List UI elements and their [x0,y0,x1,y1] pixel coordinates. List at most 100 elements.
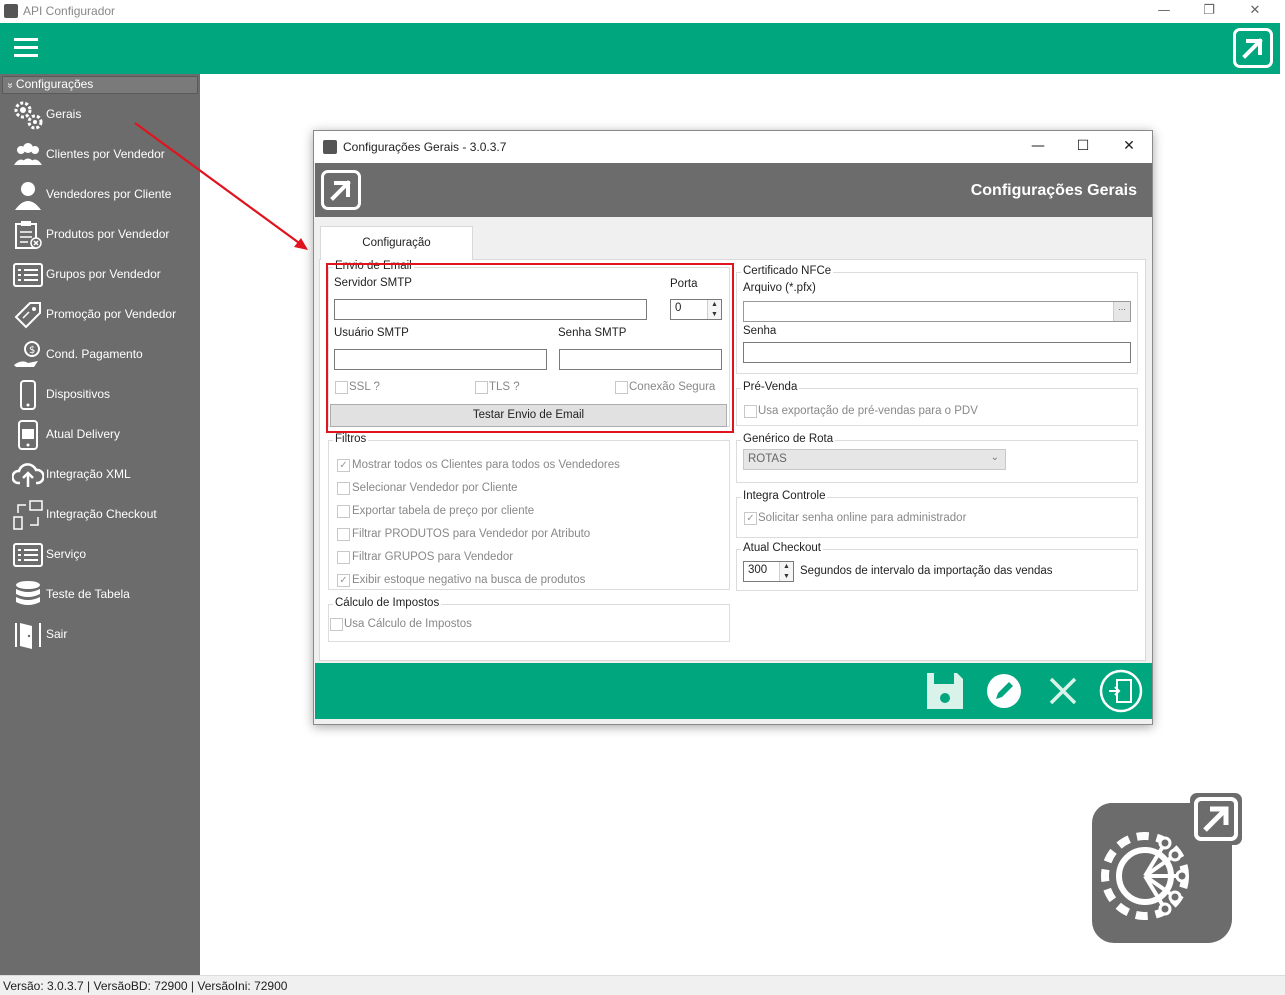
sidebar-item-promocao-por-vendedor[interactable]: Promoção por Vendedor [0,295,200,335]
hamburger-menu-icon[interactable] [14,38,38,58]
door-exit-icon [15,623,41,649]
edit-icon[interactable] [982,669,1026,713]
dialog-maximize-button[interactable]: ☐ [1060,131,1106,163]
pre-sale-label: Usa exportação de pré-vendas para o PDV [758,405,978,417]
sidebar-item-teste-de-tabela[interactable]: Teste de Tabela [0,575,200,615]
cancel-icon[interactable] [1041,669,1085,713]
settings-dialog: Configurações Gerais - 3.0.3.7 — ☐ ✕ Con… [313,130,1153,725]
filter-checkbox[interactable] [337,528,350,541]
clipboard-icon [15,221,42,249]
chevron-down-icon: ⌄ [990,452,999,463]
spin-up-icon[interactable]: ▲ [780,562,793,572]
checkout-interval-label: Segundos de intervalo da importação das … [800,565,1053,577]
sidebar-item-label: Sair [46,627,68,641]
checkout-group-legend: Atual Checkout [741,542,823,554]
filter-checkbox[interactable] [337,482,350,495]
annotation-highlight-box [326,263,734,433]
certificate-password-input[interactable] [743,342,1131,363]
sync-devices-icon [13,500,43,530]
browse-button[interactable]: ... [1113,302,1130,321]
sidebar-item-integracao-xml[interactable]: Integração XML [0,455,200,495]
app-titlebar: API Configurador — ❐ ✕ [0,0,1285,23]
sidebar-item-sair[interactable]: Sair [0,615,200,655]
list-icon [13,263,43,287]
svg-text:$: $ [29,345,35,356]
taxes-label: Usa Cálculo de Impostos [344,618,472,630]
app-header [0,23,1280,74]
filters-group-legend: Filtros [333,433,369,445]
tab-panel: Envio de Email Servidor SMTP Porta 0 ▲ ▼… [319,259,1146,661]
cloud-upload-icon [12,463,44,487]
close-button[interactable]: ✕ [1232,0,1278,23]
sidebar-item-label: Gerais [46,107,82,121]
pre-sale-checkbox[interactable] [744,405,757,418]
sidebar-item-label: Grupos por Vendedor [46,267,161,281]
dialog-minimize-button[interactable]: — [1015,131,1061,163]
sidebar-item-atual-delivery[interactable]: Atual Delivery [0,415,200,455]
spin-down-icon[interactable]: ▼ [780,572,793,582]
filter-label: Exibir estoque negativo na busca de prod… [352,574,586,586]
pre-sale-group-legend: Pré-Venda [741,381,800,393]
filter-label: Exportar tabela de preço por cliente [352,505,535,517]
filter-checkbox[interactable] [337,505,350,518]
tag-icon [14,302,41,329]
annotation-arrow [134,122,308,250]
dialog-title: Configurações Gerais - 3.0.3.7 [343,140,507,154]
dialog-app-icon [323,140,337,154]
checkout-interval-value: 300 [748,564,768,576]
taxes-group-legend: Cálculo de Impostos [333,597,442,609]
database-icon [16,581,40,605]
restore-button[interactable]: ❐ [1186,0,1232,23]
filter-label: Selecionar Vendedor por Cliente [352,482,518,494]
filter-checkbox[interactable] [337,551,350,564]
sidebar-group-label: Configurações [15,77,94,91]
phone-icon [20,380,36,410]
control-group-legend: Integra Controle [741,490,828,502]
dialog-footer [315,663,1152,719]
filter-label: Mostrar todos os Clientes para todos os … [352,459,620,471]
exit-icon[interactable] [1099,669,1143,713]
certificate-password-label: Senha [743,325,777,337]
route-select[interactable]: ROTAS ⌄ [743,449,1006,470]
sidebar-item-grupos-por-vendedor[interactable]: Grupos por Vendedor [0,255,200,295]
route-group-legend: Genérico de Rota [741,433,836,445]
sidebar-item-label: Dispositivos [46,387,111,401]
brand-logo-icon [1233,28,1273,68]
sidebar-item-servico[interactable]: Serviço [0,535,200,575]
checkout-interval-stepper[interactable]: 300 ▲ ▼ [743,561,794,582]
dialog-titlebar: Configurações Gerais - 3.0.3.7 — ☐ ✕ [314,131,1152,163]
online-password-checkbox[interactable]: ✓ [744,512,757,525]
sidebar-item-label: Promoção por Vendedor [46,307,177,321]
dialog-header: Configurações Gerais [315,163,1152,217]
sidebar-item-dispositivos[interactable]: Dispositivos [0,375,200,415]
filter-label: Filtrar GRUPOS para Vendedor [352,551,514,563]
money-hand-icon: $ [14,341,40,367]
user-icon [15,182,41,210]
save-icon[interactable] [923,669,967,713]
filter-checkbox[interactable]: ✓ [337,574,350,587]
sidebar-item-label: Cond. Pagamento [46,347,143,361]
interval-spin[interactable]: ▲ ▼ [779,562,793,581]
tab-configuracao[interactable]: Configuração [320,226,473,260]
certificate-file-input[interactable]: ... [743,301,1131,322]
list-icon [13,543,43,567]
sidebar-group-header[interactable]: » Configurações [2,76,198,94]
sidebar-item-label: Integração XML [46,467,131,481]
dialog-heading: Configurações Gerais [970,182,1137,199]
app-icon [4,4,18,18]
nfce-group-legend: Certificado NFCe [741,265,834,277]
phone-store-icon [18,420,38,450]
sidebar-item-label: Serviço [46,547,87,561]
app-title: API Configurador [23,4,116,18]
brand-logo-icon [321,170,361,210]
certificate-file-label: Arquivo (*.pfx) [743,282,816,294]
taxes-checkbox[interactable] [330,618,343,631]
sidebar-item-label: Teste de Tabela [46,587,130,601]
minimize-button[interactable]: — [1141,0,1187,23]
status-bar: Versão: 3.0.3.7 | VersãoBD: 72900 | Vers… [0,975,1285,995]
sidebar-item-integracao-checkout[interactable]: Integração Checkout [0,495,200,535]
dialog-close-button[interactable]: ✕ [1106,131,1152,163]
users-icon [14,143,42,165]
filter-checkbox[interactable]: ✓ [337,459,350,472]
sidebar-item-cond-pagamento[interactable]: $ Cond. Pagamento [0,335,200,375]
